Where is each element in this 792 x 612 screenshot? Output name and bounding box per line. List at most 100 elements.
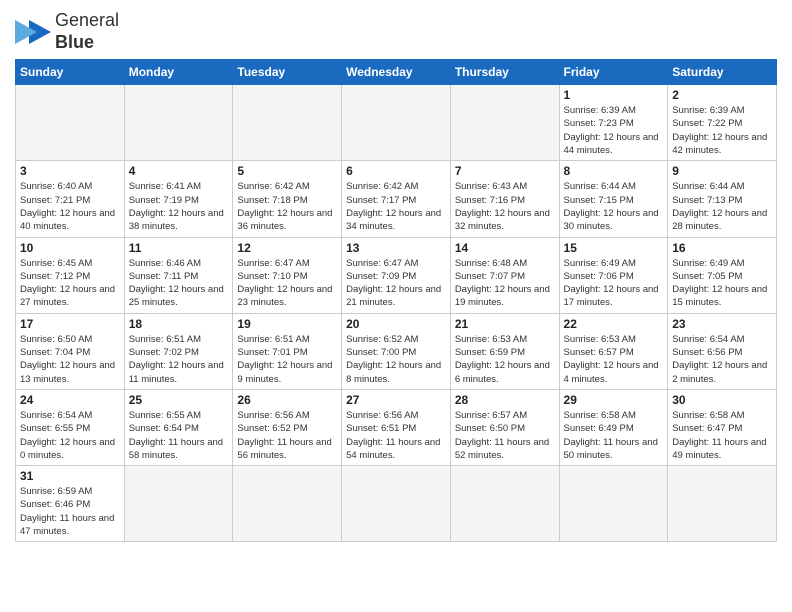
day-number: 16 [672, 241, 772, 255]
calendar-day-cell: 15 Sunrise: 6:49 AM Sunset: 7:06 PM Dayli… [559, 237, 668, 313]
calendar-day-cell: 2Sunrise: 6:39 AM Sunset: 7:22 PM Daylig… [668, 85, 777, 161]
calendar-header: GeneralBlue [15, 10, 777, 53]
generalblue-logo-icon [15, 16, 51, 48]
calendar-day-cell: 27 Sunrise: 6:56 AM Sunset: 6:51 PM Dayli… [342, 389, 451, 465]
day-info: Sunrise: 6:39 AM Sunset: 7:22 PM Dayligh… [672, 104, 772, 157]
day-number: 3 [20, 164, 120, 178]
calendar-day-cell: 6Sunrise: 6:42 AM Sunset: 7:17 PM Daylig… [342, 161, 451, 237]
day-number: 27 [346, 393, 446, 407]
day-info: Sunrise: 6:51 AM Sunset: 7:01 PM Dayligh… [237, 333, 337, 386]
day-number: 7 [455, 164, 555, 178]
calendar-day-cell [450, 466, 559, 542]
calendar-day-cell [16, 85, 125, 161]
calendar-day-cell: 16 Sunrise: 6:49 AM Sunset: 7:05 PM Dayli… [668, 237, 777, 313]
calendar-day-cell: 30 Sunrise: 6:58 AM Sunset: 6:47 PM Dayli… [668, 389, 777, 465]
calendar-day-cell [233, 466, 342, 542]
calendar-day-cell: 8Sunrise: 6:44 AM Sunset: 7:15 PM Daylig… [559, 161, 668, 237]
calendar-day-cell: 20 Sunrise: 6:52 AM Sunset: 7:00 PM Dayli… [342, 313, 451, 389]
calendar-day-cell: 23Sunrise: 6:54 AM Sunset: 6:56 PM Dayli… [668, 313, 777, 389]
day-info: Sunrise: 6:42 AM Sunset: 7:18 PM Dayligh… [237, 180, 337, 233]
day-info: Sunrise: 6:42 AM Sunset: 7:17 PM Dayligh… [346, 180, 446, 233]
day-info: Sunrise: 6:50 AM Sunset: 7:04 PM Dayligh… [20, 333, 120, 386]
calendar-day-cell: 22Sunrise: 6:53 AM Sunset: 6:57 PM Dayli… [559, 313, 668, 389]
day-info: Sunrise: 6:46 AM Sunset: 7:11 PM Dayligh… [129, 257, 229, 310]
calendar-day-cell [233, 85, 342, 161]
day-number: 15 [564, 241, 664, 255]
day-number: 26 [237, 393, 337, 407]
day-number: 12 [237, 241, 337, 255]
weekday-header-wednesday: Wednesday [342, 60, 451, 85]
day-info: Sunrise: 6:48 AM Sunset: 7:07 PM Dayligh… [455, 257, 555, 310]
calendar-day-cell [668, 466, 777, 542]
day-info: Sunrise: 6:56 AM Sunset: 6:52 PM Dayligh… [237, 409, 337, 462]
day-info: Sunrise: 6:45 AM Sunset: 7:12 PM Dayligh… [20, 257, 120, 310]
day-number: 11 [129, 241, 229, 255]
logo: GeneralBlue [15, 10, 119, 53]
day-info: Sunrise: 6:51 AM Sunset: 7:02 PM Dayligh… [129, 333, 229, 386]
calendar-day-cell: 26 Sunrise: 6:56 AM Sunset: 6:52 PM Dayli… [233, 389, 342, 465]
day-number: 9 [672, 164, 772, 178]
day-info: Sunrise: 6:57 AM Sunset: 6:50 PM Dayligh… [455, 409, 555, 462]
day-info: Sunrise: 6:49 AM Sunset: 7:05 PM Dayligh… [672, 257, 772, 310]
calendar-week-row: 31 Sunrise: 6:59 AM Sunset: 6:46 PM Dayli… [16, 466, 777, 542]
day-info: Sunrise: 6:58 AM Sunset: 6:47 PM Dayligh… [672, 409, 772, 462]
calendar-day-cell [342, 85, 451, 161]
day-info: Sunrise: 6:53 AM Sunset: 6:59 PM Dayligh… [455, 333, 555, 386]
day-number: 10 [20, 241, 120, 255]
calendar-day-cell: 5Sunrise: 6:42 AM Sunset: 7:18 PM Daylig… [233, 161, 342, 237]
day-number: 22 [564, 317, 664, 331]
day-info: Sunrise: 6:52 AM Sunset: 7:00 PM Dayligh… [346, 333, 446, 386]
day-info: Sunrise: 6:54 AM Sunset: 6:55 PM Dayligh… [20, 409, 120, 462]
logo-text: GeneralBlue [55, 10, 119, 53]
calendar-day-cell: 31 Sunrise: 6:59 AM Sunset: 6:46 PM Dayli… [16, 466, 125, 542]
calendar-day-cell [559, 466, 668, 542]
calendar-day-cell: 14 Sunrise: 6:48 AM Sunset: 7:07 PM Dayli… [450, 237, 559, 313]
day-info: Sunrise: 6:47 AM Sunset: 7:10 PM Dayligh… [237, 257, 337, 310]
calendar-day-cell: 28 Sunrise: 6:57 AM Sunset: 6:50 PM Dayli… [450, 389, 559, 465]
calendar-table: SundayMondayTuesdayWednesdayThursdayFrid… [15, 59, 777, 542]
weekday-header-monday: Monday [124, 60, 233, 85]
calendar-day-cell: 21Sunrise: 6:53 AM Sunset: 6:59 PM Dayli… [450, 313, 559, 389]
day-number: 13 [346, 241, 446, 255]
day-number: 29 [564, 393, 664, 407]
day-number: 1 [564, 88, 664, 102]
day-number: 28 [455, 393, 555, 407]
calendar-day-cell: 24 Sunrise: 6:54 AM Sunset: 6:55 PM Dayli… [16, 389, 125, 465]
day-number: 18 [129, 317, 229, 331]
day-info: Sunrise: 6:39 AM Sunset: 7:23 PM Dayligh… [564, 104, 664, 157]
day-number: 19 [237, 317, 337, 331]
calendar-day-cell: 10 Sunrise: 6:45 AM Sunset: 7:12 PM Dayli… [16, 237, 125, 313]
day-info: Sunrise: 6:44 AM Sunset: 7:13 PM Dayligh… [672, 180, 772, 233]
calendar-day-cell: 3 Sunrise: 6:40 AM Sunset: 7:21 PM Daylig… [16, 161, 125, 237]
calendar-day-cell: 29 Sunrise: 6:58 AM Sunset: 6:49 PM Dayli… [559, 389, 668, 465]
day-info: Sunrise: 6:58 AM Sunset: 6:49 PM Dayligh… [564, 409, 664, 462]
day-number: 4 [129, 164, 229, 178]
weekday-header-tuesday: Tuesday [233, 60, 342, 85]
day-info: Sunrise: 6:40 AM Sunset: 7:21 PM Dayligh… [20, 180, 120, 233]
day-number: 24 [20, 393, 120, 407]
calendar-week-row: 24 Sunrise: 6:54 AM Sunset: 6:55 PM Dayli… [16, 389, 777, 465]
calendar-day-cell [124, 466, 233, 542]
calendar-day-cell: 7 Sunrise: 6:43 AM Sunset: 7:16 PM Daylig… [450, 161, 559, 237]
day-info: Sunrise: 6:43 AM Sunset: 7:16 PM Dayligh… [455, 180, 555, 233]
day-number: 14 [455, 241, 555, 255]
calendar-day-cell: 12 Sunrise: 6:47 AM Sunset: 7:10 PM Dayli… [233, 237, 342, 313]
calendar-day-cell: 1 Sunrise: 6:39 AM Sunset: 7:23 PM Daylig… [559, 85, 668, 161]
day-number: 30 [672, 393, 772, 407]
day-number: 31 [20, 469, 120, 483]
calendar-day-cell: 25Sunrise: 6:55 AM Sunset: 6:54 PM Dayli… [124, 389, 233, 465]
weekday-header-thursday: Thursday [450, 60, 559, 85]
day-info: Sunrise: 6:54 AM Sunset: 6:56 PM Dayligh… [672, 333, 772, 386]
day-info: Sunrise: 6:49 AM Sunset: 7:06 PM Dayligh… [564, 257, 664, 310]
calendar-week-row: 10 Sunrise: 6:45 AM Sunset: 7:12 PM Dayli… [16, 237, 777, 313]
day-info: Sunrise: 6:56 AM Sunset: 6:51 PM Dayligh… [346, 409, 446, 462]
day-info: Sunrise: 6:59 AM Sunset: 6:46 PM Dayligh… [20, 485, 120, 538]
calendar-day-cell: 4Sunrise: 6:41 AM Sunset: 7:19 PM Daylig… [124, 161, 233, 237]
day-number: 20 [346, 317, 446, 331]
day-number: 17 [20, 317, 120, 331]
calendar-day-cell: 11 Sunrise: 6:46 AM Sunset: 7:11 PM Dayli… [124, 237, 233, 313]
calendar-week-row: 17 Sunrise: 6:50 AM Sunset: 7:04 PM Dayli… [16, 313, 777, 389]
calendar-header-row: SundayMondayTuesdayWednesdayThursdayFrid… [16, 60, 777, 85]
calendar-day-cell: 19 Sunrise: 6:51 AM Sunset: 7:01 PM Dayli… [233, 313, 342, 389]
weekday-header-saturday: Saturday [668, 60, 777, 85]
